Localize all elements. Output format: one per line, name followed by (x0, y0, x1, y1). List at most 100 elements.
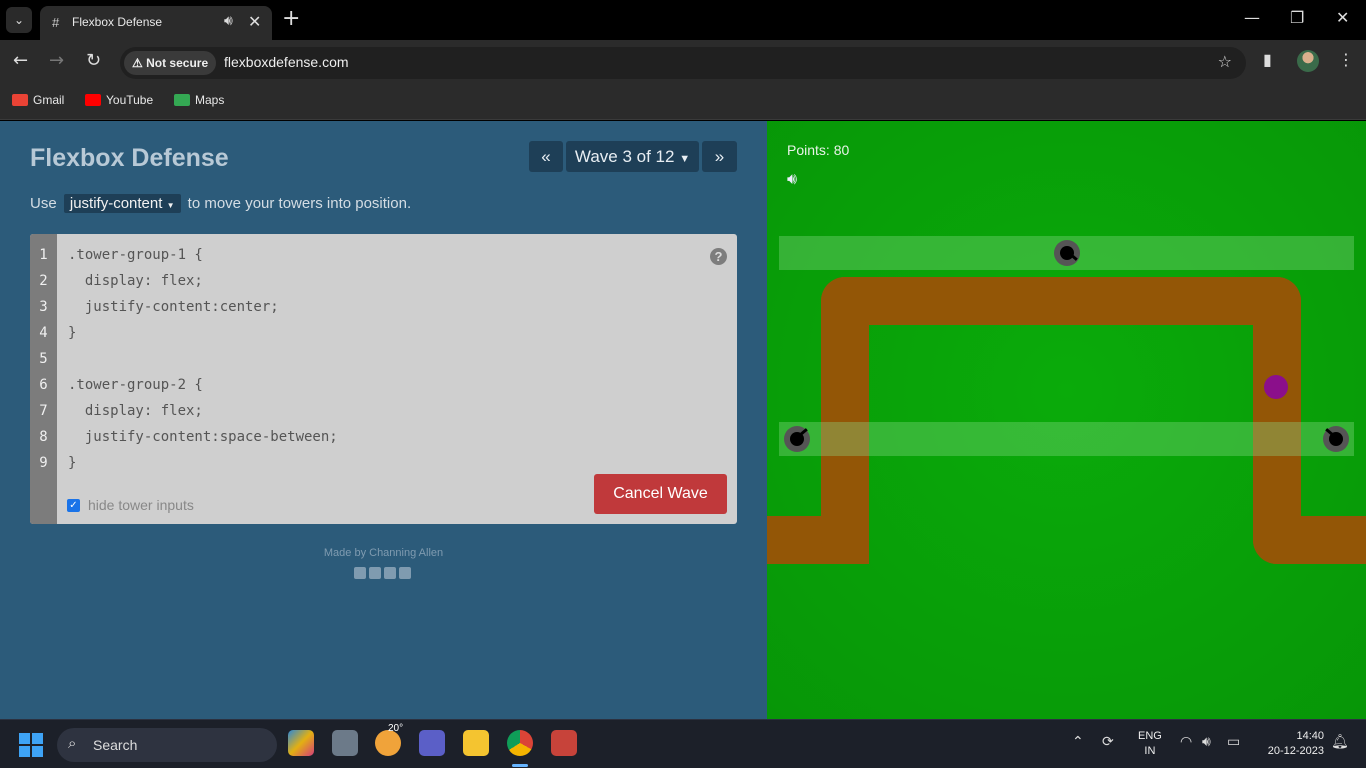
social-links (354, 564, 414, 583)
chrome-icon[interactable] (507, 730, 533, 756)
back-arrow-icon[interactable]: ← (13, 50, 28, 71)
address-bar[interactable]: ⚠ Not secure flexboxdefense.com ☆ (120, 47, 1246, 79)
bookmark-maps[interactable]: Maps (174, 93, 224, 107)
battery-icon[interactable]: ▭ (1227, 734, 1240, 750)
bookmark-youtube[interactable]: YouTube (85, 93, 153, 107)
tab-search-dropdown-icon[interactable]: ⌄ (6, 7, 32, 33)
linkedin-icon[interactable] (384, 567, 396, 579)
security-label: Not secure (146, 56, 209, 70)
active-app-indicator (512, 764, 528, 767)
reload-icon[interactable]: ↻ (86, 50, 101, 71)
wifi-icon[interactable]: ◠ (1180, 734, 1192, 750)
code-line[interactable]: justify-content:space-between; (68, 429, 338, 445)
property-select[interactable]: justify-content ▼ (63, 194, 181, 213)
snipping-tool-icon[interactable] (551, 730, 577, 756)
cancel-wave-button[interactable]: Cancel Wave (594, 474, 727, 514)
line-number: 8 (39, 429, 48, 445)
maps-icon (174, 94, 190, 106)
code-line[interactable]: .tower-group-2 { (68, 377, 203, 393)
code-line[interactable]: display: flex; (68, 273, 203, 289)
side-panel-icon[interactable]: ▮ (1263, 50, 1272, 69)
github-icon[interactable] (399, 567, 411, 579)
search-label: Search (93, 737, 138, 753)
bookmarks-bar: Gmail YouTube Maps (0, 86, 1366, 120)
css-editor[interactable]: 1 2 3 4 5 6 7 8 9 .tower-group-1 { displ… (30, 234, 737, 524)
teams-icon[interactable] (419, 730, 445, 756)
language-code: ENG (1138, 730, 1162, 742)
avatar[interactable] (1297, 50, 1319, 72)
youtube-icon (85, 94, 101, 106)
new-tab-icon[interactable]: + (282, 6, 300, 31)
enemy-path-segment (1253, 516, 1366, 564)
line-number: 7 (39, 403, 48, 419)
line-number: 4 (39, 325, 48, 341)
clock-time: 14:40 (1296, 730, 1324, 742)
sound-toggle-icon[interactable]: 🔊︎ (787, 169, 797, 189)
region-code: IN (1144, 745, 1156, 757)
line-number: 6 (39, 377, 48, 393)
close-window-icon[interactable]: ✕ (1336, 8, 1349, 27)
previous-wave-button[interactable]: « (529, 141, 563, 172)
gmail-icon (12, 94, 28, 106)
hash-icon: # (52, 15, 60, 30)
windows-taskbar: ⌕ Search 20° ⌃ ⟳ ENG IN ◠ 🔊︎ ▭ 14:40 20-… (0, 719, 1366, 768)
line-number: 3 (39, 299, 48, 315)
file-explorer-icon[interactable] (463, 730, 489, 756)
code-line[interactable]: } (68, 455, 76, 471)
bookmark-gmail[interactable]: Gmail (12, 93, 64, 107)
minimize-icon[interactable]: — (1244, 8, 1260, 27)
language-indicator[interactable]: ENG IN (1138, 729, 1162, 759)
game-board: Points: 80 🔊︎ (767, 121, 1366, 719)
speaker-icon[interactable]: 🔊︎ (224, 12, 233, 29)
sync-icon[interactable]: ⟳ (1102, 734, 1114, 750)
bookmark-star-icon[interactable]: ☆ (1218, 52, 1232, 71)
instruction-suffix: to move your towers into position. (187, 195, 412, 212)
points-display: Points: 80 (787, 142, 850, 158)
tab-bar: ⌄ # Flexbox Defense 🔊︎ ✕ + — ❐ ✕ (0, 0, 1366, 40)
show-hidden-icons-icon[interactable]: ⌃ (1072, 734, 1084, 750)
property-label: justify-content (69, 195, 163, 212)
code-line[interactable]: } (68, 325, 76, 341)
page-title: Flexbox Defense (30, 144, 229, 172)
code-line[interactable]: .tower-group-1 { (68, 247, 203, 263)
help-icon[interactable]: ? (710, 248, 727, 265)
url-text[interactable]: flexboxdefense.com (224, 54, 349, 70)
close-tab-icon[interactable]: ✕ (248, 12, 261, 32)
bookmark-label: Maps (195, 93, 225, 107)
line-number: 5 (39, 351, 48, 367)
page-content: Flexbox Defense « Wave 3 of 12 ▼ » Use j… (0, 121, 1366, 719)
taskbar-search[interactable]: ⌕ Search (57, 728, 277, 762)
tab-flexbox-defense[interactable]: # Flexbox Defense 🔊︎ ✕ (40, 6, 272, 40)
code-line[interactable]: display: flex; (68, 403, 203, 419)
next-wave-button[interactable]: » (702, 141, 737, 172)
hide-tower-inputs-label[interactable]: hide tower inputs (88, 497, 194, 513)
notification-bell-icon[interactable]: 🔔︎ (1331, 734, 1349, 750)
code-line[interactable]: justify-content:center; (68, 299, 279, 315)
facebook-icon[interactable] (354, 567, 366, 579)
hide-tower-inputs-checkbox[interactable]: ✓ (67, 499, 80, 512)
weather-temperature: 20° (388, 723, 404, 734)
forward-arrow-icon[interactable]: → (49, 50, 64, 71)
tower (1054, 240, 1080, 266)
tower (784, 426, 810, 452)
instructions-panel: Flexbox Defense « Wave 3 of 12 ▼ » Use j… (0, 121, 767, 719)
bookmark-label: YouTube (106, 93, 154, 107)
wave-label: Wave 3 of 12 (574, 147, 675, 166)
volume-icon[interactable]: 🔊︎ (1202, 734, 1211, 750)
menu-kebab-icon[interactable]: ⋮ (1338, 50, 1354, 69)
line-number: 1 (39, 247, 48, 263)
restore-icon[interactable]: ❐ (1290, 8, 1304, 27)
not-secure-badge[interactable]: ⚠ Not secure (124, 51, 217, 75)
caret-down-icon: ▼ (166, 201, 175, 210)
line-number: 9 (39, 455, 48, 471)
tower (1323, 426, 1349, 452)
copilot-icon[interactable] (288, 730, 314, 756)
twitter-icon[interactable] (369, 567, 381, 579)
search-icon: ⌕ (68, 735, 77, 752)
caret-down-icon: ▼ (679, 153, 691, 165)
system-clock[interactable]: 14:40 20-12-2023 (1258, 729, 1324, 759)
enemy-path-segment (821, 277, 1301, 325)
task-view-icon[interactable] (332, 730, 358, 756)
wave-select-dropdown[interactable]: Wave 3 of 12 ▼ (566, 141, 699, 172)
windows-start-icon[interactable] (19, 733, 43, 757)
